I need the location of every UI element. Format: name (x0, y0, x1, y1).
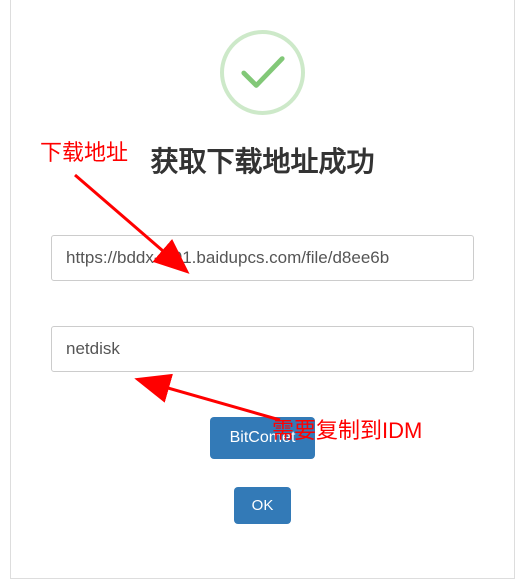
arrow-2 (130, 370, 290, 430)
success-dialog: 获取下载地址成功 BitComet OK (10, 0, 515, 579)
annotation-download-address: 下载地址 (40, 135, 128, 167)
success-icon (220, 30, 305, 115)
ok-button[interactable]: OK (234, 487, 292, 524)
useragent-input[interactable] (51, 326, 474, 372)
arrow-1 (65, 165, 205, 285)
annotation-copy-to-idm: 需要复制到IDM (272, 413, 422, 445)
